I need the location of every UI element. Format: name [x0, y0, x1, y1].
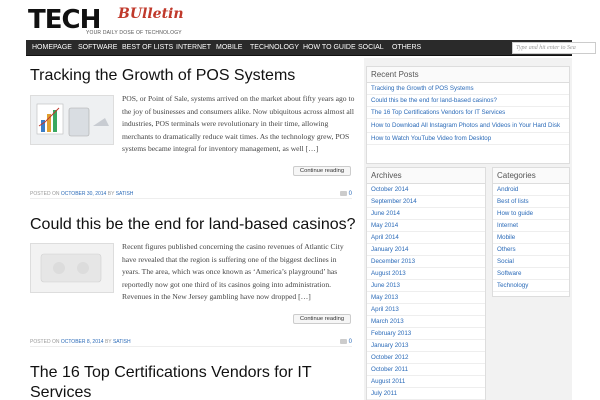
- post-excerpt: POS, or Point of Sale, systems arrived o…: [30, 93, 355, 156]
- recent-posts-widget: Recent Posts Tracking the Growth of POS …: [366, 66, 570, 164]
- meta-posted-on: Posted on: [30, 339, 60, 345]
- nav-item-software[interactable]: Software: [74, 40, 121, 56]
- archive-link[interactable]: May 2014: [367, 220, 485, 232]
- archive-link[interactable]: December 2013: [367, 256, 485, 268]
- meta-by: by: [107, 191, 115, 197]
- post-title[interactable]: The 16 Top Certifications Vendors for IT: [30, 364, 312, 382]
- nav-item-best-of-lists[interactable]: Best of lists: [118, 40, 177, 56]
- post-meta: Posted on October 8, 2014 by Satish 0: [30, 337, 352, 347]
- category-link[interactable]: Android: [493, 184, 569, 196]
- post-excerpt: Recent figures published concerning the …: [30, 241, 355, 304]
- post-date-link[interactable]: October 8, 2014: [61, 339, 104, 345]
- nav-item-technology[interactable]: Technology: [246, 40, 303, 56]
- categories-widget: Categories Android Best of lists How to …: [492, 167, 570, 297]
- widget-title: Categories: [493, 168, 569, 184]
- comment-count[interactable]: 0: [339, 337, 352, 347]
- post-author-link[interactable]: Satish: [116, 191, 134, 197]
- archive-link[interactable]: April 2013: [367, 304, 485, 316]
- nav-item-internet[interactable]: Internet: [172, 40, 215, 56]
- logo-tagline: YOUR DAILY DOSE OF TECHNOLOGY: [86, 30, 182, 36]
- recent-post-link[interactable]: Tracking the Growth of POS Systems: [367, 83, 569, 95]
- recent-post-link[interactable]: The 16 Top Certifications Vendors for IT…: [367, 107, 569, 119]
- archive-link[interactable]: August 2013: [367, 268, 485, 280]
- archive-link[interactable]: January 2014: [367, 244, 485, 256]
- post-date-link[interactable]: October 30, 2014: [61, 191, 107, 197]
- archive-link[interactable]: August 2011: [367, 376, 485, 388]
- sidebar: Recent Posts Tracking the Growth of POS …: [364, 58, 572, 400]
- recent-post-link[interactable]: Could this be the end for land-based cas…: [367, 95, 569, 107]
- main-nav: Homepage Software Best of lists Internet…: [26, 40, 596, 56]
- category-link[interactable]: Technology: [493, 280, 569, 292]
- archive-link[interactable]: June 2013: [367, 280, 485, 292]
- post-title[interactable]: Tracking the Growth of POS Systems: [30, 67, 295, 85]
- archive-link[interactable]: October 2014: [367, 184, 485, 196]
- archive-link[interactable]: October 2011: [367, 364, 485, 376]
- archives-widget: Archives October 2014 September 2014 Jun…: [366, 167, 486, 400]
- widget-title: Recent Posts: [367, 67, 569, 83]
- post-author-link[interactable]: Satish: [113, 339, 131, 345]
- search-input[interactable]: Type and hit enter to Sea: [512, 42, 596, 54]
- logo-bulletin-text: BUlletin: [118, 6, 184, 22]
- post-title-continued[interactable]: Services: [30, 384, 91, 400]
- category-link[interactable]: Others: [493, 244, 569, 256]
- comment-icon: [339, 338, 347, 344]
- site-header: TECH BUlletin YOUR DAILY DOSE OF TECHNOL…: [0, 0, 600, 40]
- continue-reading-button[interactable]: Continue reading: [293, 166, 351, 176]
- nav-item-mobile[interactable]: Mobile: [212, 40, 246, 56]
- post-meta: Posted on October 30, 2014 by Satish 0: [30, 189, 352, 199]
- post-title[interactable]: Could this be the end for land-based cas…: [30, 216, 356, 234]
- comment-count[interactable]: 0: [339, 189, 352, 199]
- continue-reading-button[interactable]: Continue reading: [293, 314, 351, 324]
- archive-link[interactable]: May 2013: [367, 292, 485, 304]
- category-link[interactable]: Software: [493, 268, 569, 280]
- category-link[interactable]: Social: [493, 256, 569, 268]
- category-link[interactable]: Best of lists: [493, 196, 569, 208]
- meta-posted-on: Posted on: [30, 191, 60, 197]
- post-excerpt-text: POS, or Point of Sale, systems arrived o…: [122, 94, 355, 153]
- archive-link[interactable]: June 2014: [367, 208, 485, 220]
- meta-by: by: [104, 339, 112, 345]
- widget-title: Archives: [367, 168, 485, 184]
- category-link[interactable]: Mobile: [493, 232, 569, 244]
- category-link[interactable]: Internet: [493, 220, 569, 232]
- nav-item-homepage[interactable]: Homepage: [28, 40, 76, 56]
- archive-link[interactable]: March 2013: [367, 316, 485, 328]
- comment-icon: [339, 190, 347, 196]
- category-link[interactable]: How to guide: [493, 208, 569, 220]
- archive-link[interactable]: July 2011: [367, 388, 485, 400]
- comment-count-value: 0: [348, 191, 352, 197]
- recent-post-link[interactable]: How to Download All Instagram Photos and…: [367, 119, 569, 133]
- post-excerpt-text: Recent figures published concerning the …: [122, 242, 344, 301]
- nav-item-others[interactable]: Others: [388, 40, 425, 56]
- archive-link[interactable]: February 2013: [367, 328, 485, 340]
- nav-item-how-to-guide[interactable]: How to guide: [299, 40, 360, 56]
- archive-link[interactable]: April 2014: [367, 232, 485, 244]
- archive-link[interactable]: October 2012: [367, 352, 485, 364]
- recent-post-link[interactable]: How to Watch YouTube Video from Desktop: [367, 133, 569, 145]
- archive-link[interactable]: January 2013: [367, 340, 485, 352]
- nav-item-social[interactable]: Social: [354, 40, 388, 56]
- comment-count-value: 0: [348, 339, 352, 345]
- archive-link[interactable]: September 2014: [367, 196, 485, 208]
